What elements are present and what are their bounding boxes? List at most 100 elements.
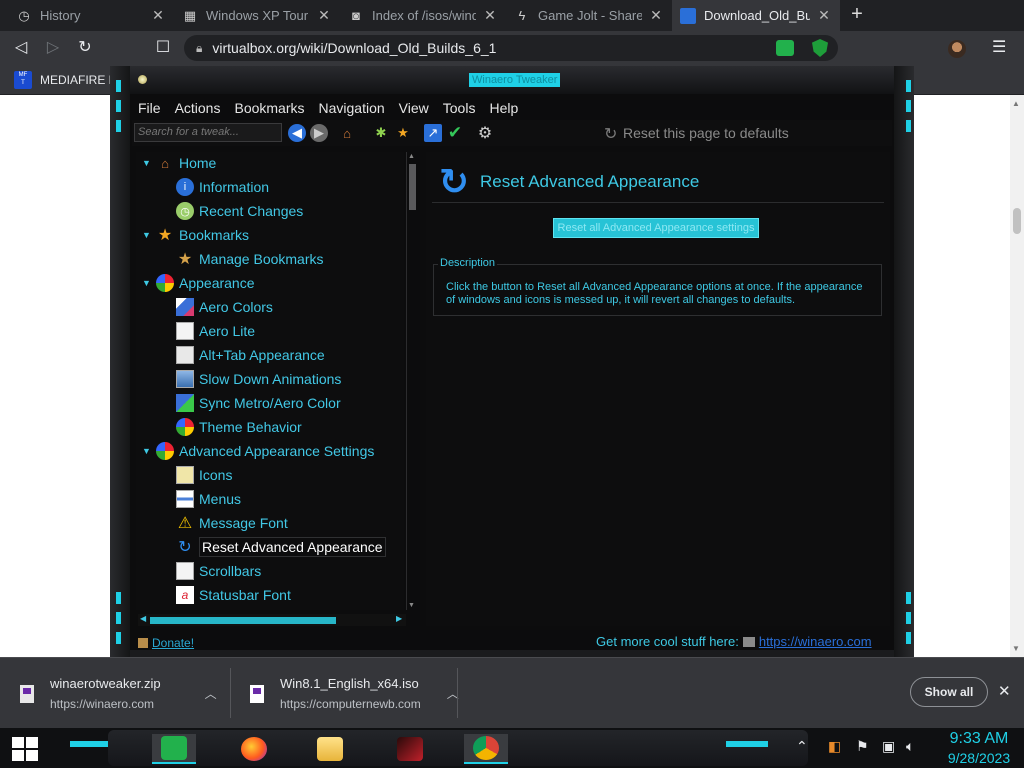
app-footer: Get more cool stuff here: https://winaer… <box>596 634 872 649</box>
search-input[interactable]: Search for a tweak... <box>134 123 282 142</box>
scroll-up-icon[interactable]: ▲ <box>408 153 415 160</box>
download-item-win81-iso[interactable]: Win8.1_English_x64.iso https://computern… <box>250 658 459 729</box>
tray-chevron-icon[interactable]: ⌃ <box>796 738 808 755</box>
show-all-button[interactable]: Show all <box>910 677 988 707</box>
scroll-down-icon[interactable]: ▼ <box>1012 644 1020 653</box>
taskbar-app-firefox[interactable] <box>232 734 276 764</box>
back-arrow-icon[interactable]: ◀ <box>288 124 306 142</box>
reload-icon[interactable]: ↻ <box>74 37 96 59</box>
menu-navigation[interactable]: Navigation <box>319 100 385 116</box>
menu-actions[interactable]: Actions <box>175 100 221 116</box>
new-tab-button[interactable]: + <box>846 4 868 26</box>
tray-flag-icon[interactable]: ⚑ <box>856 738 869 755</box>
scroll-left-icon[interactable]: ◀ <box>140 614 146 623</box>
tree-item-aero-lite[interactable]: Aero Lite <box>176 320 255 342</box>
menu-file[interactable]: File <box>138 100 161 116</box>
menu-tools[interactable]: Tools <box>443 100 476 116</box>
collapse-icon[interactable]: ▼ <box>142 158 152 168</box>
chevron-up-icon[interactable]: ︿ <box>205 685 217 702</box>
tree-item-reset-advanced-appearance[interactable]: ↻ Reset Advanced Appearance <box>176 536 386 558</box>
tray-app-icon[interactable]: ◧ <box>828 738 841 755</box>
bookmark-star-icon[interactable]: ☐ <box>152 37 174 59</box>
tree-item-menus[interactable]: Menus <box>176 488 241 510</box>
tree-item-recent-changes[interactable]: ◷ Recent Changes <box>176 200 303 222</box>
reset-page-button[interactable]: Reset this page to defaults <box>623 125 789 141</box>
download-item-winaerotweaker[interactable]: winaerotweaker.zip https://winaero.com ︿ <box>20 658 217 729</box>
forward-icon[interactable]: ▷ <box>42 37 64 59</box>
collapse-icon[interactable]: ▼ <box>142 278 152 288</box>
palette-icon <box>156 274 174 292</box>
tree-item-theme-behavior[interactable]: Theme Behavior <box>176 416 302 438</box>
close-icon[interactable]: ✕ <box>648 7 664 24</box>
tab-game-jolt[interactable]: ϟ Game Jolt - Share yo ✕ <box>506 0 672 31</box>
close-icon[interactable]: ✕ <box>482 7 498 24</box>
scroll-down-icon[interactable]: ▼ <box>408 602 415 609</box>
tree-label: Menus <box>199 491 242 507</box>
taskbar-app-chrome[interactable] <box>464 734 508 764</box>
extension-chat-icon[interactable] <box>776 40 794 56</box>
start-button[interactable] <box>12 737 38 761</box>
tree-scroll-thumb[interactable] <box>409 164 416 210</box>
page-title: Reset Advanced Appearance <box>480 172 700 191</box>
tree-item-icons[interactable]: Icons <box>176 464 232 486</box>
scroll-right-icon[interactable]: ▶ <box>396 614 402 623</box>
menu-help[interactable]: Help <box>489 100 518 116</box>
window-icon <box>176 370 194 388</box>
window-orb-icon[interactable] <box>138 75 147 84</box>
volume-icon[interactable]: 🔈︎ <box>906 738 914 755</box>
tree-item-bookmarks[interactable]: ▼ ★ Bookmarks <box>142 224 249 246</box>
tree-item-appearance[interactable]: ▼ Appearance <box>142 272 255 294</box>
collapse-icon[interactable]: ▼ <box>142 230 152 240</box>
tree-item-message-font[interactable]: ⚠ Message Font <box>176 512 288 534</box>
tab-download-old-builds[interactable]: Download_Old_Builds ✕ <box>672 0 840 31</box>
scrollbar-thumb[interactable] <box>1013 208 1021 234</box>
bookmarks-star-icon[interactable]: ★ <box>394 124 412 142</box>
tree-item-manage-bookmarks[interactable]: ★ Manage Bookmarks <box>176 248 324 270</box>
browser-menu-icon[interactable]: ☰ <box>992 37 1006 57</box>
network-icon[interactable]: ▣ <box>882 738 895 755</box>
close-icon[interactable]: ✕ <box>816 7 832 24</box>
close-downloads-icon[interactable]: ✕ <box>998 682 1011 700</box>
menu-view[interactable]: View <box>399 100 429 116</box>
hscroll-thumb[interactable] <box>150 617 336 624</box>
page-scrollbar[interactable]: ▲ ▼ <box>1010 95 1024 657</box>
close-icon[interactable]: ✕ <box>316 7 332 24</box>
taskbar-app-game[interactable] <box>388 734 432 764</box>
tree-item-sync-metro-aero-color[interactable]: Sync Metro/Aero Color <box>176 392 341 414</box>
system-clock[interactable]: 9:33 AM 9/28/2023 <box>934 730 1024 766</box>
tree-item-scrollbars[interactable]: Scrollbars <box>176 560 261 582</box>
tree-label: Statusbar Font <box>199 587 291 603</box>
tree-item-statusbar-font[interactable]: a Statusbar Font <box>176 584 291 606</box>
tab-history[interactable]: ◷ History ✕ <box>8 0 174 31</box>
forward-arrow-icon[interactable]: ▶ <box>310 124 328 142</box>
address-bar[interactable]: 🔒︎ virtualbox.org/wiki/Download_Old_Buil… <box>184 35 838 61</box>
back-icon[interactable]: ◁ <box>10 37 32 59</box>
tree-scrollbar[interactable]: ▲ ▼ <box>406 152 418 610</box>
collapse-icon[interactable]: ▼ <box>142 446 152 456</box>
tree-item-advanced-appearance-settings[interactable]: ▼ Advanced Appearance Settings <box>142 440 374 462</box>
tree-item-alt-tab-appearance[interactable]: Alt+Tab Appearance <box>176 344 325 366</box>
tree-item-information[interactable]: i Information <box>176 176 269 198</box>
apply-check-icon[interactable]: ✔ <box>446 123 464 142</box>
winaero-link[interactable]: https://winaero.com <box>759 634 872 649</box>
tab-windows-xp-tour[interactable]: ▦ Windows XP Tour : M ✕ <box>174 0 340 31</box>
menu-bookmarks[interactable]: Bookmarks <box>234 100 304 116</box>
add-bookmark-icon[interactable]: ✱ <box>372 124 390 142</box>
taskbar-app-notes[interactable] <box>152 734 196 764</box>
settings-gear-icon[interactable]: ⚙ <box>476 124 494 142</box>
reset-page-icon[interactable]: ↻ <box>604 124 617 144</box>
tree-horizontal-scrollbar[interactable]: ◀ ▶ <box>138 614 406 626</box>
close-icon[interactable]: ✕ <box>150 7 166 24</box>
donate-link[interactable]: Donate! <box>138 636 194 650</box>
tree-item-aero-colors[interactable]: Aero Colors <box>176 296 273 318</box>
taskbar-app-explorer[interactable] <box>308 734 352 764</box>
tree-item-slow-down-animations[interactable]: Slow Down Animations <box>176 368 341 390</box>
tab-index-isos[interactable]: ◙ Index of /isos/windo ✕ <box>340 0 506 31</box>
warning-icon: ⚠ <box>177 515 193 532</box>
profile-avatar[interactable] <box>948 40 966 58</box>
shortcut-icon[interactable]: ↗ <box>424 124 442 142</box>
home-icon[interactable]: ⌂ <box>338 124 356 142</box>
scroll-up-icon[interactable]: ▲ <box>1012 99 1020 108</box>
tree-item-home[interactable]: ▼ ⌂ Home <box>142 152 216 174</box>
reset-all-button[interactable]: Reset all Advanced Appearance settings <box>553 218 759 238</box>
